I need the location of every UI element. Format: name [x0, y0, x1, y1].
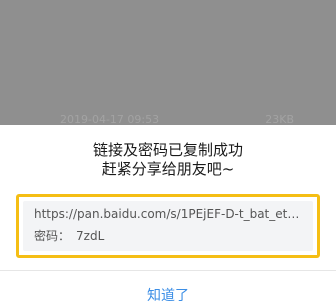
copy-success-dialog: 链接及密码已复制成功 赶紧分享给朋友吧~ https://pan.baidu.c…	[0, 125, 336, 305]
share-link-url[interactable]: https://pan.baidu.com/s/1PEjEF-D-t_bat_e…	[34, 207, 305, 222]
success-message: 链接及密码已复制成功 赶紧分享给朋友吧~	[0, 141, 336, 179]
share-link-box[interactable]: https://pan.baidu.com/s/1PEjEF-D-t_bat_e…	[16, 194, 320, 258]
share-success-screen: 2019-04-17 09:53 23KB 链接及密码已复制成功 赶紧分享给朋友…	[0, 0, 336, 305]
password-row: 密码： 7zdL	[34, 229, 305, 244]
message-line-1: 链接及密码已复制成功	[92, 141, 243, 159]
background-timestamp: 2019-04-17 09:53	[60, 113, 160, 125]
message-line-2: 赶紧分享给朋友吧~	[101, 160, 235, 178]
share-link-content: https://pan.baidu.com/s/1PEjEF-D-t_bat_e…	[23, 201, 313, 251]
dimmed-background: 2019-04-17 09:53 23KB	[0, 0, 336, 125]
got-it-button[interactable]: 知道了	[0, 271, 336, 305]
password-value: 7zdL	[76, 229, 105, 243]
password-label: 密码：	[34, 229, 71, 243]
background-file-size: 23KB	[265, 113, 294, 125]
